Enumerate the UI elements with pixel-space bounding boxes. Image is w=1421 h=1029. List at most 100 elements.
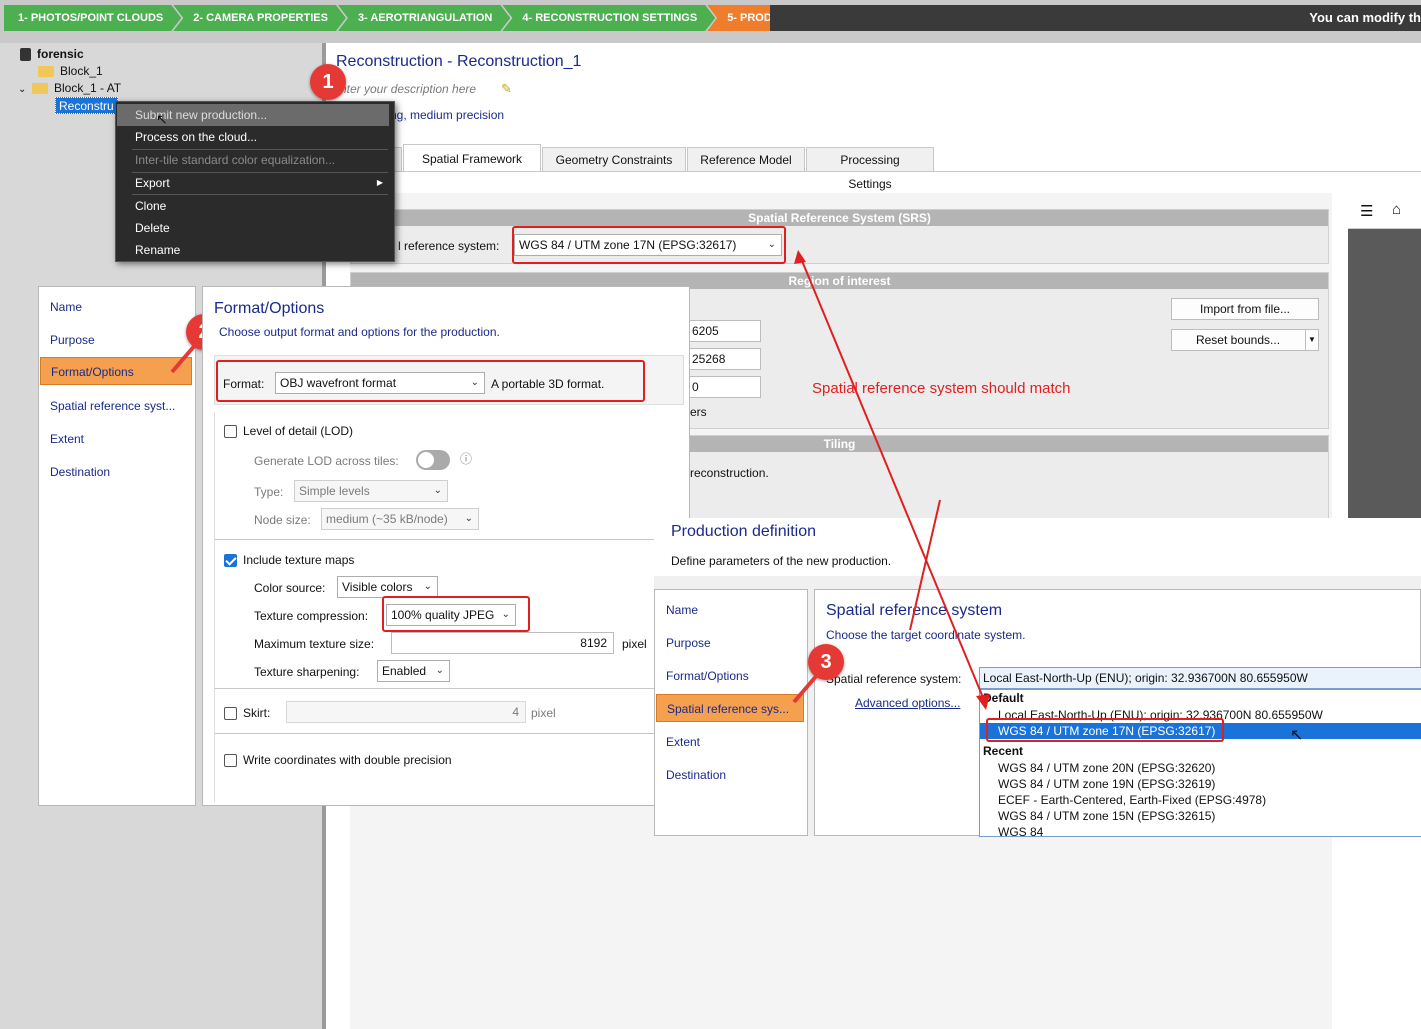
tiling-text: reconstruction. [690, 466, 769, 480]
chevron-down-icon: ⌄ [433, 485, 442, 496]
gen-lod-toggle[interactable] [416, 450, 450, 470]
caret-down-icon[interactable]: ▼ [1305, 330, 1318, 350]
skirt-input: 4 [286, 701, 526, 723]
prod-nav-extent[interactable]: Extent [656, 728, 806, 756]
roi-value-3: 0 [692, 380, 699, 394]
viewer-toolbar: ☰ ⌂ [1348, 193, 1421, 229]
tree-item-block1-at[interactable]: ⌄ Block_1 - AT [18, 80, 121, 97]
max-size-label: Maximum texture size: [254, 637, 375, 651]
max-size-input[interactable]: 8192 [391, 632, 614, 654]
highlight-utm17n [986, 718, 1224, 742]
production-dialog: Production definition Define parameters … [654, 518, 1421, 837]
menu-rename[interactable]: Rename [117, 239, 389, 261]
srs-section-header: Spatial Reference System (SRS) [351, 210, 1328, 226]
reset-bounds-button[interactable]: Reset bounds... ▼ [1171, 329, 1319, 351]
format-subtitle: Choose output format and options for the… [219, 325, 500, 339]
menu-export[interactable]: Export ▶ [117, 172, 389, 194]
dropdown-item-recent[interactable]: ECEF - Earth-Centered, Earth-Fixed (EPSG… [998, 792, 1266, 808]
prod-srs-combo[interactable]: Local East-North-Up (ENU); origin: 32.93… [979, 667, 1421, 689]
tab-processing-settings[interactable]: Processing Settings [806, 147, 934, 191]
highlight-srs [512, 226, 786, 264]
menu-process-cloud[interactable]: Process on the cloud... [117, 126, 389, 148]
mouse-cursor-icon: ↖ [1290, 727, 1304, 744]
roi-field-2[interactable]: 25268 [689, 348, 761, 370]
step-camera[interactable]: 2- CAMERA PROPERTIES [173, 5, 346, 31]
nav-destination[interactable]: Destination [40, 458, 194, 486]
step-reconstruction[interactable]: 4- RECONSTRUCTION SETTINGS [502, 5, 715, 31]
checkbox-unchecked-icon[interactable] [224, 754, 237, 768]
color-source-label: Color source: [254, 581, 326, 595]
import-from-file-button[interactable]: Import from file... [1171, 298, 1319, 320]
dropdown-item-recent[interactable]: WGS 84 [998, 824, 1043, 836]
checkbox-unchecked-icon[interactable] [224, 707, 237, 721]
type-label: Type: [254, 485, 284, 499]
tree-root[interactable]: forensic [20, 46, 84, 63]
highlight-compression [382, 596, 530, 632]
tab-spatial-framework[interactable]: Spatial Framework [403, 144, 541, 171]
pencil-icon[interactable]: ✎ [501, 81, 512, 97]
texture-checkbox[interactable]: Include texture maps [224, 553, 355, 568]
sharpen-value: Enabled [382, 664, 427, 678]
nav-name[interactable]: Name [40, 293, 194, 321]
checkbox-checked-icon[interactable] [224, 554, 237, 568]
chevron-right-icon: ▶ [376, 178, 383, 187]
production-nav: Name Purpose Format/Options Spatial refe… [654, 589, 808, 836]
folder-icon [32, 83, 48, 95]
dropdown-recent-header: Recent [983, 744, 1024, 758]
checkbox-unchecked-icon[interactable] [224, 425, 237, 439]
workflow-steps: 1- PHOTOS/POINT CLOUDS 2- CAMERA PROPERT… [4, 5, 824, 31]
prod-nav-destination[interactable]: Destination [656, 761, 806, 789]
max-size-value: 8192 [580, 636, 607, 650]
viewer-canvas[interactable] [1348, 229, 1421, 519]
tree-item-block1[interactable]: Block_1 [38, 63, 103, 80]
roi-value-1: 6205 [692, 324, 719, 338]
skirt-unit: pixel [531, 706, 556, 720]
project-icon [20, 48, 31, 62]
srs-label: l reference system: [398, 239, 500, 253]
tree-root-label: forensic [37, 47, 84, 61]
prod-nav-name[interactable]: Name [656, 596, 806, 624]
chevron-down-icon[interactable]: ⌄ [18, 81, 32, 98]
color-source-value: Visible colors [342, 580, 413, 594]
reset-bounds-label: Reset bounds... [1195, 333, 1281, 347]
double-precision-label: Write coordinates with double precision [243, 753, 452, 767]
prod-nav-purpose[interactable]: Purpose [656, 629, 806, 657]
menu-export-label: Export [135, 176, 170, 190]
step-aerotriangulation[interactable]: 3- AEROTRIANGULATION [338, 5, 510, 31]
roi-field-3[interactable]: 0 [689, 376, 761, 398]
skirt-checkbox[interactable]: Skirt: [224, 706, 271, 721]
divider [215, 688, 655, 689]
node-size-combo: medium (~35 kB/node) ⌄ [321, 508, 479, 530]
menu-delete[interactable]: Delete [117, 217, 389, 239]
skirt-label: Skirt: [243, 706, 271, 720]
layers-icon[interactable]: ☰ [1360, 202, 1373, 220]
dropdown-item-recent[interactable]: WGS 84 / UTM zone 19N (EPSG:32619) [998, 776, 1215, 792]
color-source-combo[interactable]: Visible colors ⌄ [337, 576, 438, 598]
texture-label: Include texture maps [243, 553, 355, 567]
description-field[interactable]: nter your description here [340, 82, 476, 96]
tab-reference-model[interactable]: Reference Model [687, 147, 805, 171]
step-photos[interactable]: 1- PHOTOS/POINT CLOUDS [4, 5, 181, 31]
roi-field-1[interactable]: 6205 [689, 320, 761, 342]
srs-dropdown-list: Default Local East-North-Up (ENU); origi… [979, 689, 1421, 837]
page-title: Reconstruction - Reconstruction_1 [336, 53, 582, 70]
highlight-format [216, 360, 645, 402]
nav-extent[interactable]: Extent [40, 425, 194, 453]
menu-clone[interactable]: Clone [117, 195, 389, 217]
compression-label: Texture compression: [254, 609, 369, 623]
node-size-value: medium (~35 kB/node) [326, 512, 448, 526]
tab-underline [326, 171, 1421, 172]
nav-spatial-reference[interactable]: Spatial reference syst... [40, 392, 194, 420]
type-combo-value: Simple levels [299, 484, 370, 498]
tree-item-reconstruction[interactable]: Reconstru [55, 97, 118, 114]
double-precision-checkbox[interactable]: Write coordinates with double precision [224, 753, 452, 768]
sharpen-combo[interactable]: Enabled ⌄ [377, 660, 450, 682]
tab-geometry-constraints[interactable]: Geometry Constraints [542, 147, 686, 171]
home-icon[interactable]: ⌂ [1392, 201, 1401, 218]
type-combo: Simple levels ⌄ [294, 480, 448, 502]
dropdown-item-recent[interactable]: WGS 84 / UTM zone 15N (EPSG:32615) [998, 808, 1215, 824]
lod-checkbox[interactable]: Level of detail (LOD) [224, 424, 353, 439]
dropdown-item-recent[interactable]: WGS 84 / UTM zone 20N (EPSG:32620) [998, 760, 1215, 776]
summary-link[interactable]: ng, medium precision [390, 108, 504, 122]
info-icon[interactable]: ⓘ [460, 450, 472, 467]
